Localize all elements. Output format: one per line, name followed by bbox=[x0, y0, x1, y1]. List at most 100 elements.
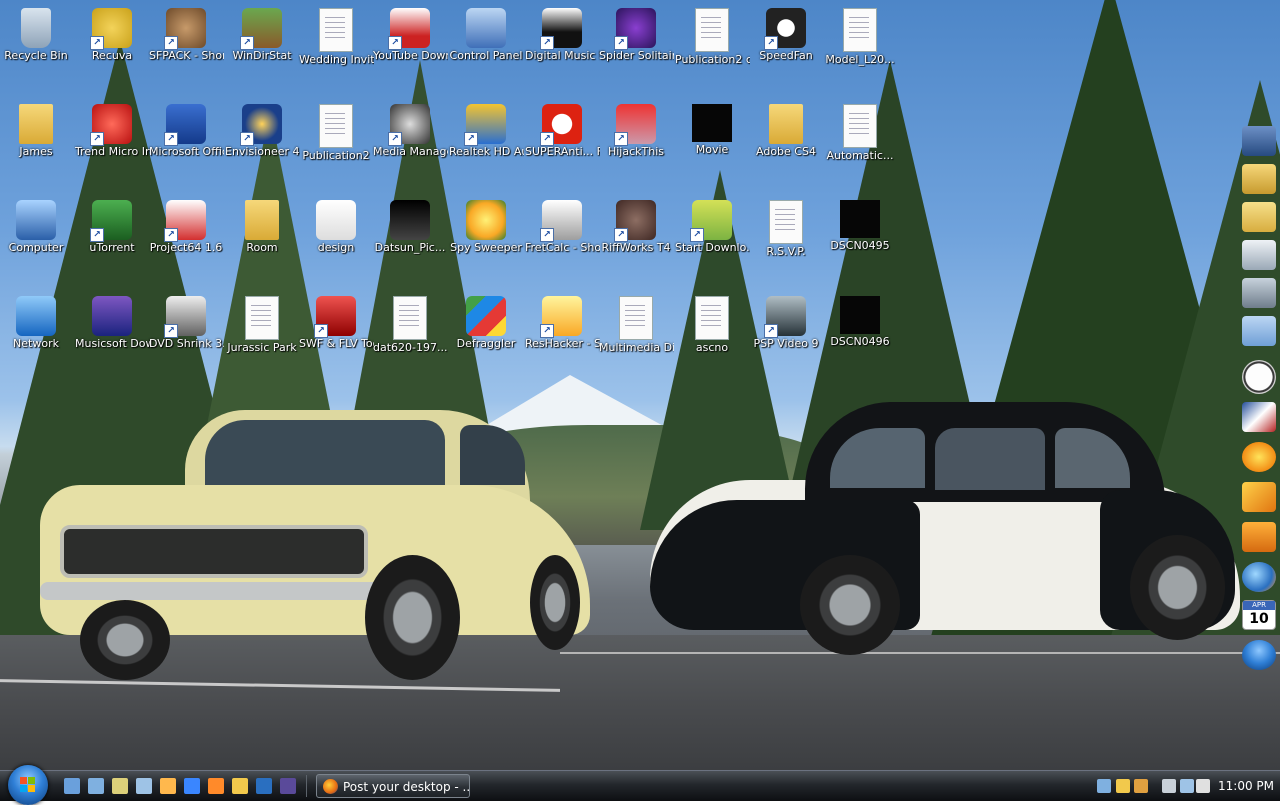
media-icon[interactable] bbox=[232, 778, 248, 794]
firefox-task-button[interactable]: Post your desktop - ... bbox=[316, 774, 470, 798]
folder-gadget-icon[interactable] bbox=[1242, 164, 1276, 194]
desktop-icon[interactable]: ↗DVD Shrink 3.2 bbox=[148, 292, 224, 384]
desktop-icon[interactable]: ↗ Start Downlo... bbox=[674, 196, 750, 288]
explorer-icon[interactable] bbox=[112, 778, 128, 794]
after-effects-icon[interactable] bbox=[280, 778, 296, 794]
desktop-icon[interactable]: ↗ Recuva bbox=[74, 4, 150, 96]
slideshow-gadget-icon[interactable] bbox=[1242, 126, 1276, 156]
firefox-icon[interactable] bbox=[208, 778, 224, 794]
desktop-icon-label: uTorrent bbox=[89, 241, 135, 254]
show-desktop-icon[interactable] bbox=[64, 778, 80, 794]
desktop-icon[interactable]: ↗ Project64 1.6 bbox=[148, 196, 224, 288]
desktop-icon[interactable]: ↗Trend Micro Internet Se... bbox=[74, 100, 150, 192]
desktop-icon[interactable]: Model_L20... bbox=[822, 4, 898, 96]
safely-remove-tray-icon[interactable] bbox=[1162, 779, 1176, 793]
desktop-icon[interactable]: ↗Media Manager f... bbox=[372, 100, 448, 192]
switch-windows-icon[interactable] bbox=[88, 778, 104, 794]
folder-gadget-icon[interactable] bbox=[1242, 202, 1276, 232]
folder-icon bbox=[245, 200, 279, 240]
desktop-icon[interactable]: dat620-197... bbox=[372, 292, 448, 384]
desktop-icon-label: SUPERAnti... Free Edition bbox=[525, 145, 600, 158]
desktop-icon[interactable]: Adobe CS4 bbox=[748, 100, 824, 192]
desktop-icon[interactable]: ↗ HijackThis bbox=[598, 100, 674, 192]
superantispyware-icon: ↗ bbox=[540, 104, 582, 146]
planet-gadget-icon[interactable] bbox=[1242, 562, 1276, 592]
desktop-icon[interactable]: ↗SUPERAnti... Free Edition bbox=[524, 100, 600, 192]
network-tray-icon[interactable] bbox=[1097, 779, 1111, 793]
desktop-icon-label: Jurassic Park bbox=[227, 341, 297, 354]
desktop-icon[interactable]: ↗Microsoft Office Wor... bbox=[148, 100, 224, 192]
clock[interactable]: 11:00 PM bbox=[1218, 771, 1274, 801]
desktop-icon[interactable]: ↗ PSP Video 9 bbox=[748, 292, 824, 384]
desktop-icon[interactable]: ↗ uTorrent bbox=[74, 196, 150, 288]
volume-icon[interactable] bbox=[1196, 779, 1210, 793]
clock-gadget-icon[interactable] bbox=[1242, 360, 1276, 394]
desktop-icon-label: Room bbox=[246, 241, 278, 254]
globe-tray-icon[interactable] bbox=[1134, 779, 1148, 793]
desktop-icon[interactable]: design bbox=[298, 196, 374, 288]
sfpack-icon: ↗ bbox=[164, 8, 206, 50]
desktop-icon-label: Project64 1.6 bbox=[149, 241, 223, 254]
desktop-icon[interactable]: Movie bbox=[674, 100, 750, 192]
document-icon bbox=[319, 8, 353, 52]
desktop-icon[interactable]: Multimedia Directory bbox=[598, 292, 674, 384]
pen-gadget-icon[interactable] bbox=[1242, 402, 1276, 432]
desktop-icon[interactable]: Network bbox=[0, 292, 74, 384]
dvd-shrink-icon: ↗ bbox=[164, 296, 206, 338]
desktop-icon[interactable]: Computer bbox=[0, 196, 74, 288]
desktop-icon[interactable]: Jurassic Park bbox=[224, 292, 300, 384]
files-gadget-icon[interactable] bbox=[1242, 240, 1276, 270]
camera-gadget-icon[interactable] bbox=[1242, 278, 1276, 308]
calendar-gadget-icon[interactable]: APR 10 bbox=[1242, 600, 1276, 630]
desktop-icon[interactable]: ↗FretCalc - Shortcut bbox=[524, 196, 600, 288]
shortcut-arrow-icon: ↗ bbox=[540, 132, 554, 146]
desktop-icon[interactable]: Publication2 bbox=[298, 100, 374, 192]
fruity-loops-gadget-icon[interactable] bbox=[1242, 442, 1276, 472]
desktop-icon[interactable]: DSCN0496 bbox=[822, 292, 898, 384]
desktop-icon[interactable]: Datsun_Pic... bbox=[372, 196, 448, 288]
desktop-icon[interactable]: ↗Spider Solitaire bbox=[598, 4, 674, 96]
desktop-icon[interactable]: James bbox=[0, 100, 74, 192]
desktop-icon[interactable]: ↗Digital Music Notebook bbox=[524, 4, 600, 96]
desktop-icon[interactable]: Automatic... bbox=[822, 100, 898, 192]
desktop-icon[interactable]: ↗YouTube Download... bbox=[372, 4, 448, 96]
shield-tray-icon[interactable] bbox=[1116, 779, 1130, 793]
computer-icon[interactable] bbox=[136, 778, 152, 794]
desktop-icon[interactable]: Wedding Invitation bbox=[298, 4, 374, 96]
lightning-gadget-icon[interactable] bbox=[1242, 482, 1276, 512]
desktop-icon-label: James bbox=[19, 145, 53, 158]
desktop-icon[interactable]: R.S.V.P. bbox=[748, 196, 824, 288]
desktop-icon[interactable]: ↗Envisioneer 4.5 Express bbox=[224, 100, 300, 192]
notes-gadget-icon[interactable] bbox=[1242, 316, 1276, 346]
desktop-icon[interactable]: ↗ RiffWorks T4 bbox=[598, 196, 674, 288]
photoshop-icon[interactable] bbox=[256, 778, 272, 794]
desktop-icon[interactable]: ↗ SpeedFan bbox=[748, 4, 824, 96]
desktop-icon-label: Computer bbox=[8, 241, 64, 254]
desktop-icon[interactable]: Control Panel bbox=[448, 4, 524, 96]
desktop-icon[interactable]: ascno bbox=[674, 292, 750, 384]
media-player-gadget-icon[interactable] bbox=[1242, 522, 1276, 552]
windows-gadget-icon[interactable] bbox=[1242, 640, 1276, 670]
desktop-icon[interactable]: Defraggler bbox=[448, 292, 524, 384]
network-status-icon[interactable] bbox=[1180, 779, 1194, 793]
desktop-icon[interactable]: Spy Sweeper bbox=[448, 196, 524, 288]
desktop-icon[interactable]: ↗SWF & FLV Toolbox 3.5 bbox=[298, 292, 374, 384]
shortcut-arrow-icon: ↗ bbox=[614, 36, 628, 50]
desktop-icon[interactable]: DSCN0495 bbox=[822, 196, 898, 288]
user-folder-icon bbox=[19, 104, 53, 144]
desktop-icon[interactable]: Musicsoft Downloader bbox=[74, 292, 150, 384]
movie-icon bbox=[692, 104, 732, 142]
shortcut-arrow-icon: ↗ bbox=[240, 132, 254, 146]
desktop-icon[interactable]: ↗ WinDirStat bbox=[224, 4, 300, 96]
desktop-icon[interactable]: ↗Realtek HD Audio M... bbox=[448, 100, 524, 192]
desktop-icon[interactable]: ↗SFPACK - Shortcut bbox=[148, 4, 224, 96]
desktop-icon-label: DVD Shrink 3.2 bbox=[149, 337, 224, 350]
shortcut-arrow-icon: ↗ bbox=[90, 228, 104, 242]
start-button[interactable] bbox=[8, 765, 48, 805]
internet-explorer-icon[interactable] bbox=[184, 778, 200, 794]
desktop-icon[interactable]: ↗ResHacker - Shortcut bbox=[524, 292, 600, 384]
messenger-icon[interactable] bbox=[160, 778, 176, 794]
desktop-icon[interactable]: Room bbox=[224, 196, 300, 288]
desktop-icon[interactable]: Recycle Bin bbox=[0, 4, 74, 96]
desktop-icon[interactable]: Publication2 copy bbox=[674, 4, 750, 96]
